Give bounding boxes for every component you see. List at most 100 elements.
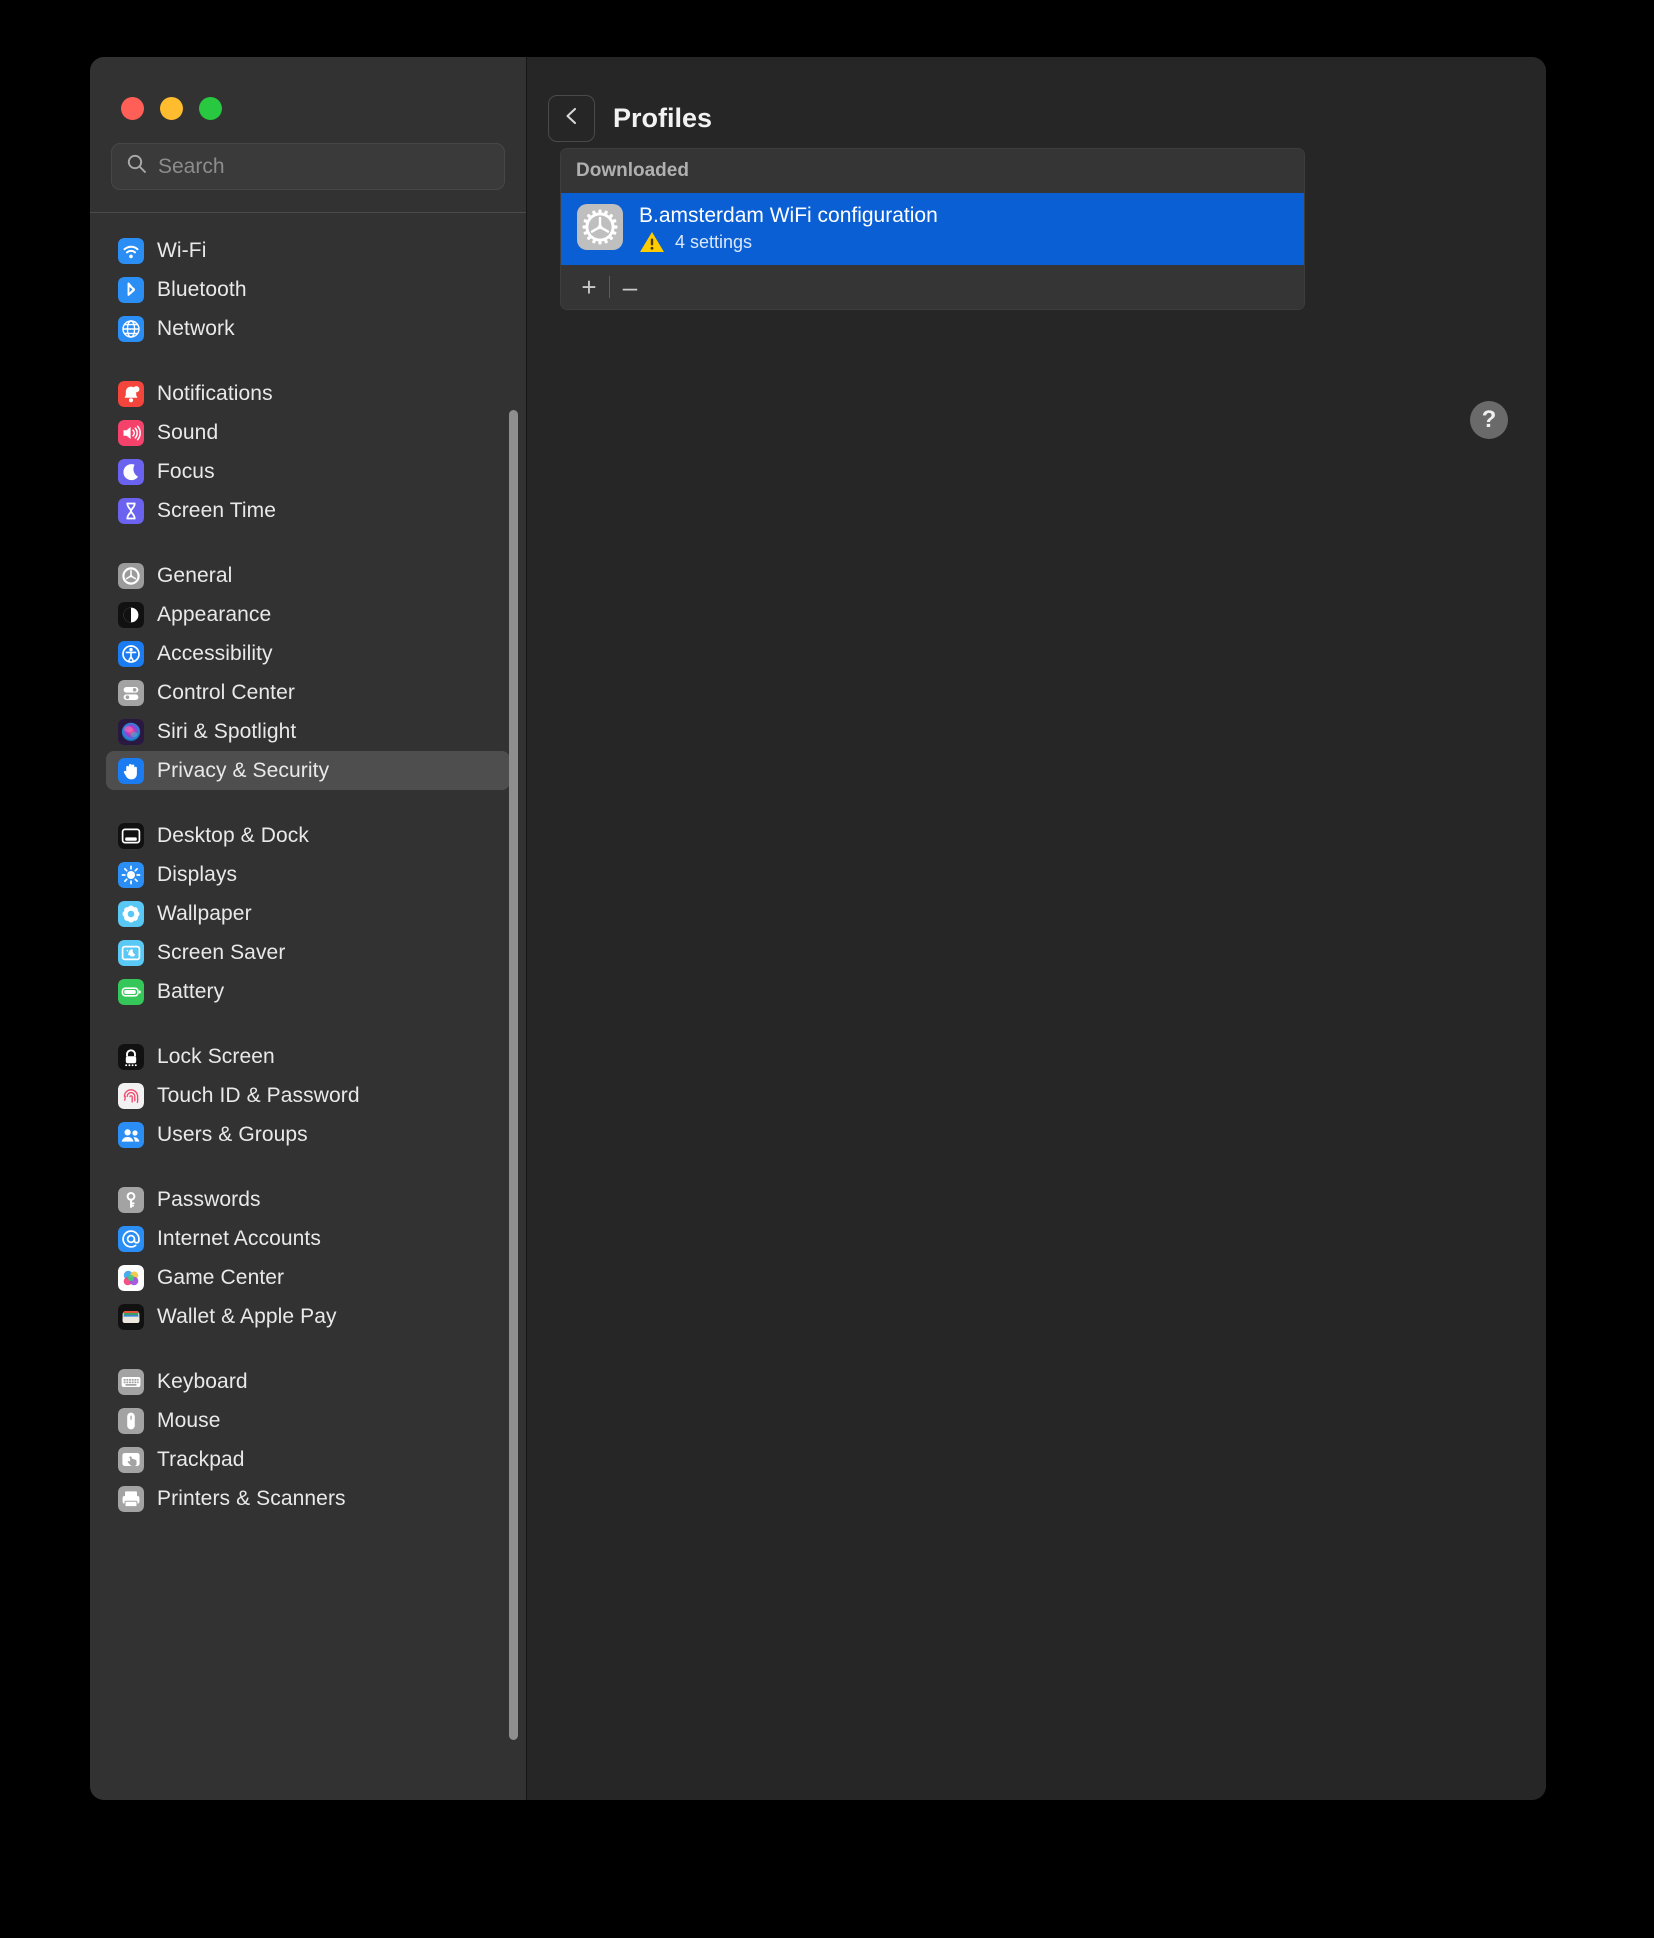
sidebar-item-keyboard[interactable]: Keyboard — [106, 1362, 510, 1401]
traffic-lights — [90, 57, 526, 143]
sidebar-item-notifications[interactable]: Notifications — [106, 374, 510, 413]
sidebar-item-label: Keyboard — [157, 1369, 248, 1393]
sliders-icon — [118, 679, 144, 706]
sidebar-group-separator — [90, 790, 526, 816]
sidebar-item-wallet-apple-pay[interactable]: Wallet & Apple Pay — [106, 1297, 510, 1336]
users-icon — [118, 1121, 144, 1148]
battery-icon — [118, 978, 144, 1005]
sidebar-item-touch-id-password[interactable]: Touch ID & Password — [106, 1076, 510, 1115]
sidebar-item-users-groups[interactable]: Users & Groups — [106, 1115, 510, 1154]
mouse-icon — [118, 1407, 144, 1434]
profile-subtitle-row: 4 settings — [639, 230, 938, 254]
sidebar-item-control-center[interactable]: Control Center — [106, 673, 510, 712]
game-center-icon — [118, 1264, 144, 1291]
sidebar-group-separator — [90, 1154, 526, 1180]
help-button[interactable]: ? — [1470, 401, 1508, 439]
sidebar-item-wallpaper[interactable]: Wallpaper — [106, 894, 510, 933]
sidebar-item-passwords[interactable]: Passwords — [106, 1180, 510, 1219]
warning-triangle-icon — [639, 230, 665, 254]
sidebar-item-label: Users & Groups — [157, 1122, 308, 1146]
sidebar-item-privacy-security[interactable]: Privacy & Security — [106, 751, 510, 790]
accessibility-icon — [118, 640, 144, 667]
gear-icon — [118, 562, 144, 589]
profiles-section-header: Downloaded — [561, 149, 1304, 193]
moon-icon — [118, 458, 144, 485]
speaker-icon — [118, 419, 144, 446]
bluetooth-icon — [118, 276, 144, 303]
sidebar-item-game-center[interactable]: Game Center — [106, 1258, 510, 1297]
printer-icon — [118, 1485, 144, 1512]
sidebar-item-label: Network — [157, 316, 235, 340]
sidebar-item-network[interactable]: Network — [106, 309, 510, 348]
sidebar-item-label: Wallpaper — [157, 901, 252, 925]
remove-profile-button[interactable]: – — [610, 269, 650, 305]
sidebar-item-wi-fi[interactable]: Wi-Fi — [106, 231, 510, 270]
back-icon — [561, 105, 583, 132]
sidebar-group-separator — [90, 348, 526, 374]
sidebar-item-printers-scanners[interactable]: Printers & Scanners — [106, 1479, 510, 1518]
sidebar-item-siri-spotlight[interactable]: Siri & Spotlight — [106, 712, 510, 751]
sidebar-item-screen-saver[interactable]: Screen Saver — [106, 933, 510, 972]
sidebar: Wi-Fi Bluetooth Network Notifications So… — [90, 57, 527, 1800]
add-profile-button[interactable]: + — [569, 269, 609, 305]
sidebar-item-label: Siri & Spotlight — [157, 719, 297, 743]
sidebar-group: General Appearance Accessibility Control… — [90, 556, 526, 790]
sidebar-group: Desktop & Dock Displays Wallpaper Screen… — [90, 816, 526, 1011]
sidebar-item-label: Mouse — [157, 1408, 221, 1432]
sidebar-item-appearance[interactable]: Appearance — [106, 595, 510, 634]
sidebar-item-label: Desktop & Dock — [157, 823, 309, 847]
profile-settings-count: 4 settings — [675, 231, 753, 252]
hand-icon — [118, 757, 144, 784]
sidebar-group: Lock Screen Touch ID & Password Users & … — [90, 1037, 526, 1154]
desktop-dock-icon — [118, 822, 144, 849]
sidebar-item-label: Wallet & Apple Pay — [157, 1304, 337, 1328]
profiles-section-label: Downloaded — [576, 160, 689, 181]
sidebar-item-sound[interactable]: Sound — [106, 413, 510, 452]
sidebar-item-lock-screen[interactable]: Lock Screen — [106, 1037, 510, 1076]
sidebar-item-displays[interactable]: Displays — [106, 855, 510, 894]
sidebar-item-label: Screen Saver — [157, 940, 286, 964]
bell-icon — [118, 380, 144, 407]
sidebar-item-label: Screen Time — [157, 498, 276, 522]
sidebar-item-mouse[interactable]: Mouse — [106, 1401, 510, 1440]
sidebar-group: Notifications Sound Focus Screen Time — [90, 374, 526, 530]
sidebar-item-label: Bluetooth — [157, 277, 247, 301]
profile-list-item[interactable]: B.amsterdam WiFi configuration 4 setting… — [561, 193, 1304, 265]
profile-name: B.amsterdam WiFi configuration — [639, 204, 938, 227]
search-input[interactable] — [158, 154, 490, 179]
wallet-icon — [118, 1303, 144, 1330]
back-button[interactable] — [548, 95, 595, 142]
sidebar-item-general[interactable]: General — [106, 556, 510, 595]
sidebar-item-desktop-dock[interactable]: Desktop & Dock — [106, 816, 510, 855]
search-box[interactable] — [111, 143, 505, 190]
sidebar-scrollbar[interactable] — [509, 410, 518, 1740]
close-button[interactable] — [121, 97, 144, 120]
sidebar-item-label: Battery — [157, 979, 225, 1003]
maximize-button[interactable] — [199, 97, 222, 120]
sidebar-item-trackpad[interactable]: Trackpad — [106, 1440, 510, 1479]
sidebar-item-label: Printers & Scanners — [157, 1486, 346, 1510]
sidebar-item-focus[interactable]: Focus — [106, 452, 510, 491]
sidebar-item-screen-time[interactable]: Screen Time — [106, 491, 510, 530]
sidebar-item-internet-accounts[interactable]: Internet Accounts — [106, 1219, 510, 1258]
keyboard-icon — [118, 1368, 144, 1395]
wifi-icon — [118, 237, 144, 264]
detail-pane: Profiles Downloaded B.amsterdam WiFi con… — [527, 57, 1546, 1800]
sidebar-item-label: Trackpad — [157, 1447, 245, 1471]
sidebar-group: Wi-Fi Bluetooth Network — [90, 231, 526, 348]
sidebar-item-label: Notifications — [157, 381, 273, 405]
sidebar-group: Keyboard Mouse Trackpad Printers & Scann… — [90, 1362, 526, 1518]
minimize-button[interactable] — [160, 97, 183, 120]
profiles-toolbar: + – — [561, 265, 1304, 309]
key-icon — [118, 1186, 144, 1213]
sidebar-nav: Wi-Fi Bluetooth Network Notifications So… — [90, 213, 526, 1800]
at-sign-icon — [118, 1225, 144, 1252]
sidebar-item-bluetooth[interactable]: Bluetooth — [106, 270, 510, 309]
contrast-icon — [118, 601, 144, 628]
sidebar-item-label: Focus — [157, 459, 215, 483]
flower-icon — [118, 900, 144, 927]
screen-saver-icon — [118, 939, 144, 966]
sidebar-item-accessibility[interactable]: Accessibility — [106, 634, 510, 673]
sidebar-item-battery[interactable]: Battery — [106, 972, 510, 1011]
system-settings-window: Wi-Fi Bluetooth Network Notifications So… — [90, 57, 1546, 1800]
